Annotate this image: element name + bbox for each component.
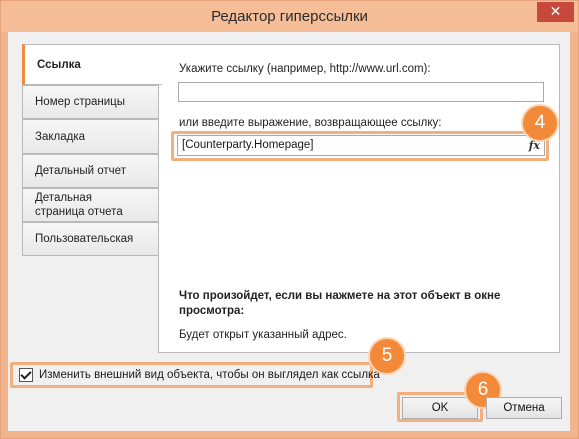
callout-badge-4: 4 [521, 104, 559, 142]
cancel-button[interactable]: Отмена [486, 397, 562, 419]
what-happens-heading: Что произойдет, если вы нажмете на этот … [179, 290, 501, 317]
tab-label: Детальная страница отчета [35, 192, 123, 218]
expression-input[interactable]: [Counterparty.Homepage] fx [177, 135, 545, 156]
appearance-checkbox[interactable] [19, 368, 33, 382]
tab-link[interactable]: Ссылка [22, 44, 162, 85]
appearance-checkbox-row[interactable]: Изменить внешний вид объекта, чтобы он в… [19, 366, 380, 384]
url-prompt: Укажите ссылку (например, http://www.url… [179, 63, 431, 75]
expression-value: [Counterparty.Homepage] [182, 139, 314, 151]
tab-label: Номер страницы [35, 96, 126, 108]
tab-custom[interactable]: Пользовательская [22, 222, 159, 256]
tab-bookmark[interactable]: Закладка [22, 119, 159, 154]
tab-label: Ссылка [37, 58, 81, 71]
window-title: Редактор гиперссылки [211, 8, 368, 25]
what-happens-text: Будет открыт указанный адрес. [179, 329, 347, 341]
url-input[interactable] [178, 82, 544, 102]
expression-prompt: или введите выражение, возвращающее ссыл… [179, 117, 442, 129]
tab-label: Пользовательская [35, 233, 134, 245]
hyperlink-editor-window: Редактор гиперссылки ✕ Ссылка Номер стра… [0, 0, 579, 439]
tab-detail-report[interactable]: Детальный отчет [22, 154, 159, 188]
tab-label: Детальный отчет [35, 165, 126, 177]
title-bar[interactable]: Редактор гиперссылки ✕ [1, 1, 578, 32]
appearance-checkbox-label: Изменить внешний вид объекта, чтобы он в… [39, 369, 380, 381]
tab-detail-report-page[interactable]: Детальная страница отчета [22, 188, 159, 222]
dialog-body: Ссылка Номер страницы Закладка Детальный… [8, 32, 570, 431]
callout-badge-5: 5 [368, 337, 406, 375]
tab-label: Закладка [35, 130, 85, 143]
tab-page-number[interactable]: Номер страницы [22, 85, 159, 119]
link-panel: Укажите ссылку (например, http://www.url… [158, 44, 560, 353]
close-button[interactable]: ✕ [537, 2, 574, 22]
